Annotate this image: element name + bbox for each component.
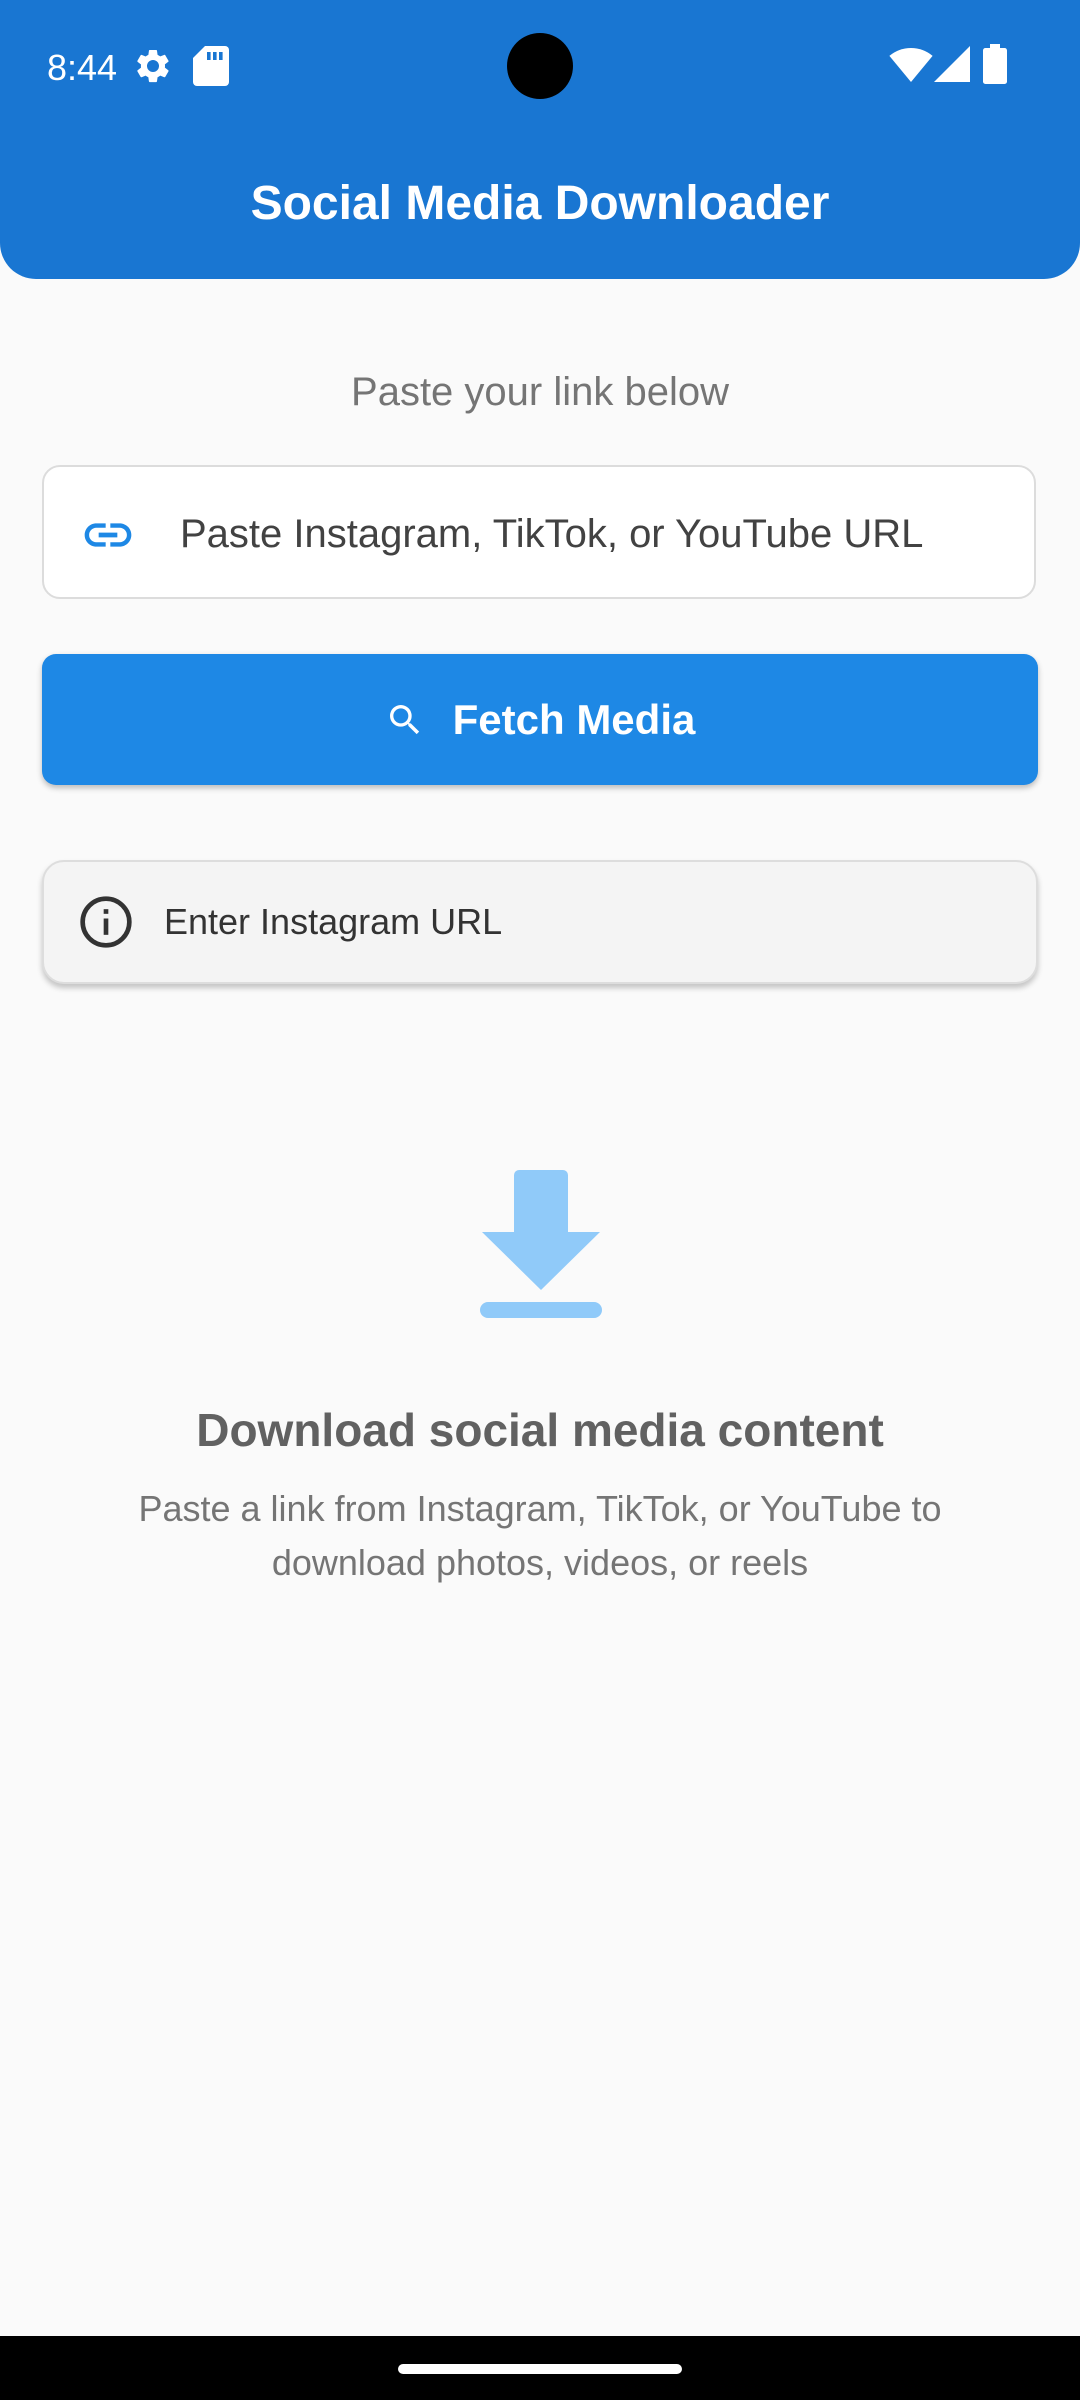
wifi-icon (889, 47, 933, 82)
url-input[interactable] (180, 497, 1010, 571)
info-icon (80, 896, 132, 948)
navigation-bar (0, 2336, 1080, 2400)
download-icon (480, 1170, 602, 1318)
home-gesture-handle[interactable] (398, 2364, 682, 2374)
gear-icon (137, 49, 169, 83)
status-time: 8:44 (47, 47, 118, 88)
app-bar: 8:44 Social Media Downloader (0, 0, 1080, 279)
screen: 8:44 Social Media Downloader Paste your … (0, 0, 1080, 2400)
status-bar: 8:44 (0, 0, 1080, 132)
sd-card-icon (193, 46, 229, 86)
search-icon (389, 704, 419, 734)
empty-state-title: Download social media content (196, 1404, 884, 1456)
info-card: Enter Instagram URL (42, 860, 1038, 984)
camera-cutout (507, 33, 573, 99)
fetch-media-button[interactable]: Fetch Media (42, 654, 1038, 785)
url-field[interactable] (42, 465, 1036, 599)
app-title: Social Media Downloader (250, 177, 830, 230)
link-icon (84, 523, 132, 547)
battery-icon (983, 44, 1007, 84)
fetch-media-label: Fetch Media (452, 695, 696, 743)
empty-state-description: Paste a link from Instagram, TikTok, or … (138, 1488, 942, 1583)
cell-signal-icon (934, 46, 970, 82)
prompt-label: Paste your link below (351, 370, 729, 414)
info-text: Enter Instagram URL (164, 901, 503, 942)
